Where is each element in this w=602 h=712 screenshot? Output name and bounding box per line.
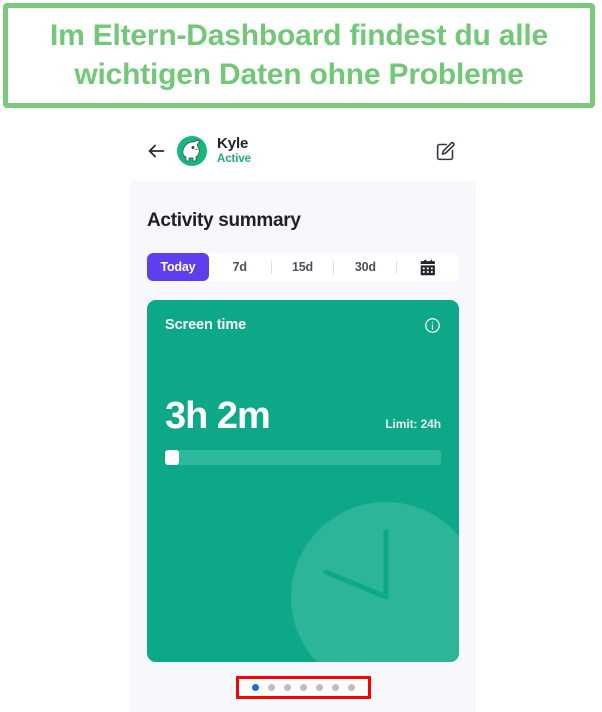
avatar[interactable]	[176, 135, 208, 167]
carousel-dot[interactable]	[331, 684, 339, 691]
screen-time-progress-fill	[165, 450, 179, 465]
back-arrow-icon[interactable]	[142, 137, 170, 165]
screen-time-value: 3h 2m	[165, 395, 271, 437]
headline-banner: Im Eltern-Dashboard findest du alle wich…	[3, 3, 595, 108]
carousel-dot[interactable]	[267, 684, 275, 691]
carousel-dot[interactable]	[283, 684, 291, 691]
calendar-icon[interactable]	[397, 259, 459, 276]
screen-time-metric-row: 3h 2m Limit: 24h	[165, 397, 441, 435]
phone-screenshot: Kyle Active Activity summary Today 7d 15…	[130, 121, 476, 712]
screen-time-card[interactable]: Screen time 3h 2m Limit: 24h	[147, 300, 459, 662]
edit-profile-button[interactable]	[433, 139, 457, 163]
carousel-dot[interactable]	[347, 684, 355, 691]
carousel-dot[interactable]	[315, 684, 323, 691]
carousel-dot[interactable]	[251, 684, 259, 691]
carousel-pagination	[147, 676, 459, 699]
profile-name: Kyle	[217, 135, 249, 153]
tab-7d[interactable]: 7d	[209, 253, 271, 281]
carousel-dots-highlight-box	[235, 676, 371, 699]
tab-15d[interactable]: 15d	[272, 253, 334, 281]
range-filter-tabs: Today 7d 15d 30d	[147, 253, 459, 281]
screen-time-limit: Limit: 24h	[385, 417, 441, 431]
page-title: Activity summary	[147, 210, 301, 231]
info-circle-icon[interactable]	[424, 317, 441, 334]
tab-today[interactable]: Today	[147, 253, 209, 281]
screen-time-progress-bar	[165, 450, 441, 465]
card-title: Screen time	[165, 317, 247, 333]
app-header: Kyle Active	[130, 121, 476, 181]
tab-30d[interactable]: 30d	[334, 253, 396, 281]
carousel-dot[interactable]	[299, 684, 307, 691]
card-header-row: Screen time	[165, 317, 441, 334]
app-body: Activity summary Today 7d 15d 30d Screen…	[130, 181, 476, 699]
profile-status: Active	[217, 153, 251, 166]
screen-time-card-content: Screen time 3h 2m Limit: 24h	[147, 300, 459, 662]
headline-text: Im Eltern-Dashboard findest du alle wich…	[49, 19, 549, 91]
profile-info: Kyle Active	[217, 136, 251, 166]
